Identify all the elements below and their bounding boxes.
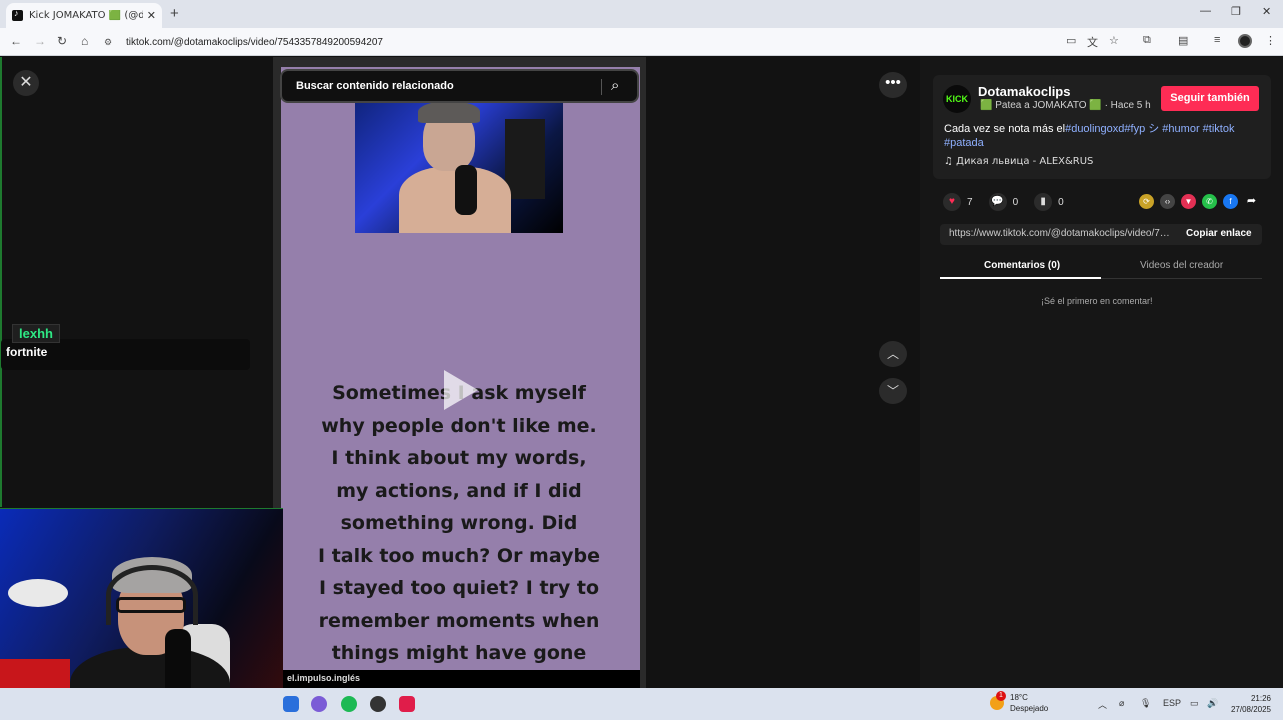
media-icon[interactable]: ≡ — [1214, 34, 1220, 46]
creator-name[interactable]: Dotamakoclips — [978, 84, 1070, 99]
chat-message-text: fortnite — [6, 345, 48, 359]
bookmark-icon[interactable]: ▮ — [1034, 193, 1053, 211]
back-icon[interactable]: ← — [10, 34, 22, 48]
install-icon[interactable]: ▭ — [1066, 34, 1076, 47]
like-count: 7 — [967, 196, 973, 208]
profile-avatar[interactable] — [1238, 34, 1252, 48]
video-link[interactable]: https://www.tiktok.com/@dotamakoclips/vi… — [949, 228, 1173, 239]
taskbar-app-icon[interactable] — [283, 696, 299, 712]
comment-stat[interactable]: 💬 0 — [988, 193, 1019, 211]
chat-username: lexhh — [12, 324, 60, 343]
share-options: ⟳ ‹› ▼ ✆ f ➦ — [1139, 194, 1265, 209]
link-box: https://www.tiktok.com/@dotamakoclips/vi… — [940, 224, 1262, 245]
copy-link-button[interactable]: Copiar enlace — [1186, 228, 1252, 239]
tab-close-icon[interactable]: ✕ — [147, 9, 156, 22]
mic-icon[interactable]: 🎙 — [1140, 698, 1151, 709]
weather-condition: Despejado — [1010, 704, 1049, 713]
empty-comments-message: ¡Sé el primero en comentar! — [1041, 296, 1153, 306]
stream-chat-overlay: fortnite lexhh — [1, 324, 250, 370]
address-bar: ← → ↻ ⌂ ⚙ tiktok.com/@dotamakoclips/vide… — [0, 28, 1283, 56]
volume-icon[interactable]: 🔊 — [1207, 698, 1218, 709]
like-stat[interactable]: ♥ 7 — [943, 193, 973, 211]
video-caption-text: Sometimes I ask myself why people don't … — [318, 382, 600, 664]
tray-chevron-icon[interactable]: ︿ — [1098, 698, 1107, 711]
menu-icon[interactable]: ⋮ — [1265, 34, 1276, 47]
next-video-button[interactable]: ﹀ — [879, 378, 907, 404]
translate-icon[interactable]: 文 — [1087, 34, 1098, 50]
temperature: 18°C — [1010, 693, 1028, 702]
share-arrow-icon[interactable]: ➦ — [1244, 194, 1259, 209]
browser-tab[interactable]: Kick JOMAKATO 🟩 (@dota ✕ — [6, 3, 162, 28]
home-icon[interactable]: ⌂ — [81, 34, 88, 48]
bookmark-star-icon[interactable]: ☆ — [1109, 34, 1119, 47]
engagement-stats: ♥ 7 💬 0 ▮ 0 — [943, 193, 1080, 211]
maximize-button[interactable]: ❐ — [1231, 5, 1241, 18]
clock-time: 21:26 — [1250, 694, 1271, 703]
close-video-button[interactable]: ✕ — [13, 70, 39, 96]
reload-icon[interactable]: ↻ — [57, 34, 67, 48]
system-clock[interactable]: 21:26 27/08/2025 — [1226, 693, 1271, 715]
clock-date: 27/08/2025 — [1230, 705, 1271, 714]
comments-tabs: Comentarios (0) Videos del creador — [940, 257, 1262, 279]
border-line — [0, 57, 2, 507]
tab-title: Kick JOMAKATO 🟩 (@dota — [29, 10, 143, 21]
caption-text: Cada vez se nota más el — [944, 123, 1066, 135]
url-field[interactable]: ⚙ tiktok.com/@dotamakoclips/video/754335… — [104, 32, 1044, 52]
related-search-bar[interactable]: Buscar contenido relacionado ⌕ — [280, 69, 639, 103]
whatsapp-icon[interactable]: ✆ — [1202, 194, 1217, 209]
tab-creator-videos[interactable]: Videos del creador — [1140, 260, 1223, 271]
follow-button[interactable]: Seguir también — [1161, 86, 1259, 111]
creator-avatar[interactable]: KICK — [943, 85, 971, 113]
save-count: 0 — [1058, 196, 1064, 208]
search-icon[interactable]: ⌕ — [611, 77, 619, 94]
repost-icon[interactable]: ⟳ — [1139, 194, 1154, 209]
site-info-icon[interactable]: ⚙ — [104, 37, 116, 47]
facebook-icon[interactable]: f — [1223, 194, 1238, 209]
related-search-text: Buscar contenido relacionado — [296, 80, 454, 92]
obs-icon[interactable] — [370, 696, 386, 712]
tab-comments[interactable]: Comentarios (0) — [984, 260, 1060, 271]
play-icon[interactable] — [444, 370, 478, 410]
minimize-button[interactable]: — — [1200, 5, 1211, 17]
display-icon[interactable]: ▭ — [1190, 698, 1199, 709]
music-title: Дикая львица - ALEX&RUS — [956, 156, 1094, 167]
comment-count: 0 — [1012, 196, 1019, 208]
music-note-icon: ♫ — [944, 156, 957, 167]
comment-icon[interactable]: 💬 — [988, 193, 1007, 211]
video-description: Cada vez se nota más el#duolingoxd#fyp シ… — [944, 122, 1262, 150]
network-icon[interactable]: ⌀ — [1119, 698, 1124, 709]
extensions-icon[interactable]: ⧉ — [1143, 34, 1151, 47]
video-watermark: el.impulso.inglés — [281, 670, 640, 688]
save-stat[interactable]: ▮ 0 — [1034, 193, 1064, 211]
taskbar: 1 18°C Despejado ︿ ⌀ 🎙 ESP ▭ 🔊 21:26 27/… — [0, 688, 1283, 720]
heart-icon[interactable]: ♥ — [943, 193, 961, 211]
send-icon[interactable]: ▼ — [1181, 194, 1196, 209]
chat-message: fortnite — [1, 339, 250, 370]
url-text: tiktok.com/@dotamakoclips/video/75433578… — [126, 36, 383, 48]
window-close-button[interactable]: ✕ — [1262, 5, 1271, 18]
tab-underline — [940, 277, 1101, 279]
tiktok-taskbar-icon[interactable] — [399, 696, 415, 712]
previous-video-button[interactable]: ︿ — [879, 341, 907, 367]
creator-subtitle: 🟩 Patea a JOMAKATO 🟩 · Hace 5 h — [980, 100, 1151, 111]
new-tab-button[interactable]: + — [170, 5, 179, 22]
sidebar-icon[interactable]: ▤ — [1178, 34, 1188, 47]
language-indicator[interactable]: ESP — [1163, 698, 1181, 708]
more-options-button[interactable]: ••• — [879, 72, 907, 98]
notification-badge: 1 — [996, 691, 1006, 701]
tab-bar: Kick JOMAKATO 🟩 (@dota ✕ + — ❐ ✕ — [0, 0, 1283, 28]
music-info[interactable]: ♫ Дикая львица - ALEX&RUS — [944, 156, 1093, 167]
spotify-icon[interactable] — [341, 696, 357, 712]
embed-icon[interactable]: ‹› — [1160, 194, 1175, 209]
tiktok-favicon-icon — [12, 8, 23, 21]
discord-icon[interactable] — [311, 696, 327, 712]
forward-icon[interactable]: → — [34, 34, 46, 48]
